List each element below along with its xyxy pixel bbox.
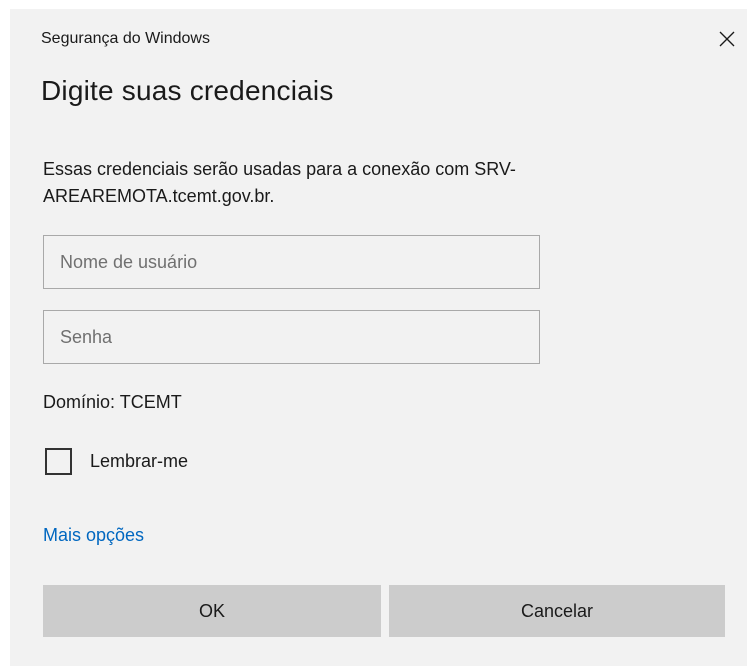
credentials-dialog: Segurança do Windows Digite suas credenc… — [10, 9, 747, 666]
dialog-description: Essas credenciais serão usadas para a co… — [43, 159, 516, 206]
domain-label: Domínio: TCEMT — [43, 392, 182, 412]
close-button[interactable] — [713, 25, 741, 53]
ok-button[interactable]: OK — [43, 585, 381, 637]
window-title: Segurança do Windows — [41, 30, 210, 47]
username-input[interactable] — [43, 235, 540, 289]
remember-me-label: Lembrar-me — [90, 450, 189, 471]
close-icon — [719, 31, 735, 47]
remember-me-checkbox[interactable]: Lembrar-me — [45, 445, 188, 477]
checkbox-box[interactable] — [45, 447, 72, 475]
dialog-heading: Digite suas credenciais — [41, 75, 334, 106]
cancel-button[interactable]: Cancelar — [389, 585, 725, 637]
more-options-link[interactable]: Mais opções — [43, 525, 144, 546]
password-input[interactable] — [43, 310, 540, 364]
